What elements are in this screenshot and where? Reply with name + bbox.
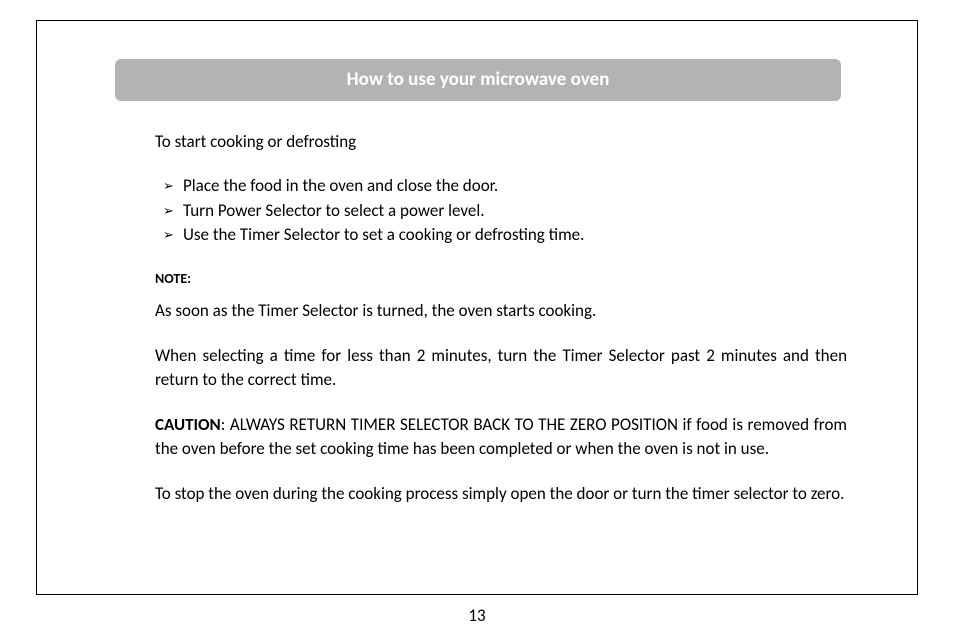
bullet-icon: ➢: [163, 178, 183, 197]
bullet-item: ➢ Turn Power Selector to select a power …: [163, 199, 847, 224]
bullet-item: ➢ Use the Timer Selector to set a cookin…: [163, 223, 847, 248]
bullet-item: ➢ Place the food in the oven and close t…: [163, 174, 847, 199]
page-content: How to use your microwave oven To start …: [37, 21, 917, 507]
note-label: NOTE:: [155, 270, 847, 287]
page-number: 13: [0, 605, 954, 626]
stop-paragraph: To stop the oven during the cooking proc…: [155, 482, 847, 507]
caution-paragraph: CAUTION: ALWAYS RETURN TIMER SELECTOR BA…: [155, 413, 847, 462]
section-header: How to use your microwave oven: [115, 59, 841, 101]
bullet-icon: ➢: [163, 227, 183, 246]
bullet-icon: ➢: [163, 203, 183, 222]
bullet-text: Place the food in the oven and close the…: [183, 174, 498, 199]
bullet-text: Use the Timer Selector to set a cooking …: [183, 223, 584, 248]
note-paragraph-2: When selecting a time for less than 2 mi…: [155, 344, 847, 393]
caution-text: : ALWAYS RETURN TIMER SELECTOR BACK TO T…: [155, 414, 847, 460]
caution-label: CAUTION: [155, 414, 221, 435]
page-frame: How to use your microwave oven To start …: [36, 20, 918, 595]
note-paragraph-1: As soon as the Timer Selector is turned,…: [155, 299, 847, 324]
intro-text: To start cooking or defrosting: [155, 131, 847, 152]
bullet-list: ➢ Place the food in the oven and close t…: [163, 174, 847, 248]
bullet-text: Turn Power Selector to select a power le…: [183, 199, 485, 224]
